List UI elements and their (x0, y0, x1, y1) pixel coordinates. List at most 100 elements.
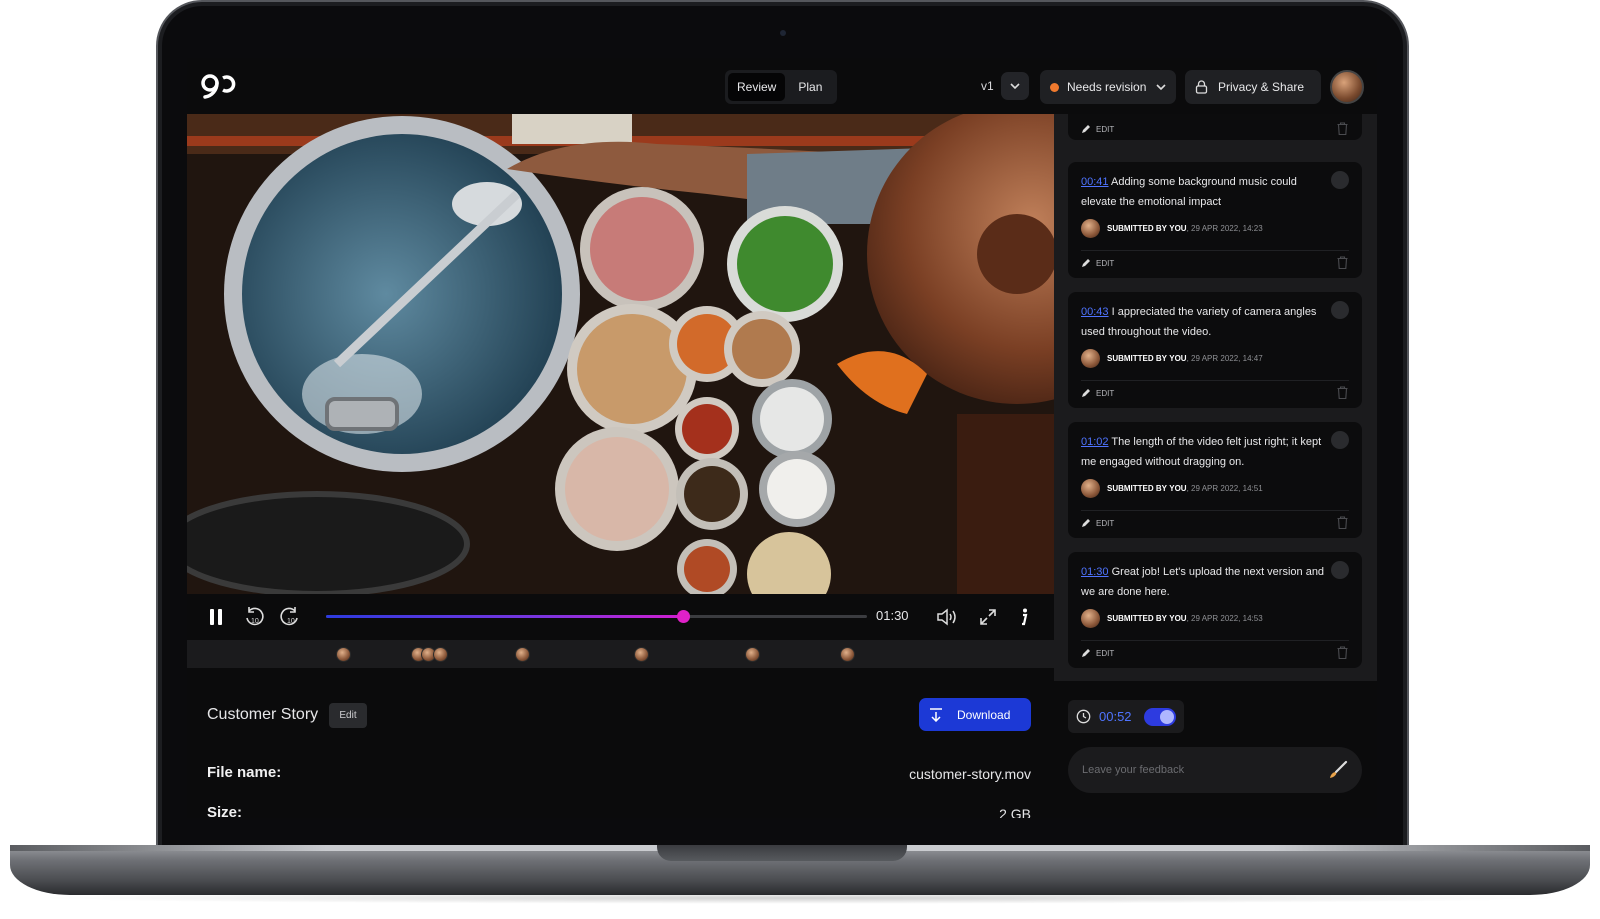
comment-text: 00:41 Adding some background music could… (1081, 172, 1326, 212)
trash-icon[interactable] (1337, 386, 1348, 399)
size-label: Size: (207, 804, 243, 818)
comment-edit-label: EDIT (1096, 648, 1115, 658)
status-dot (1050, 82, 1059, 92)
comments-panel[interactable]: EDIT 00:41 Adding some background music … (1054, 114, 1377, 681)
brush-icon[interactable] (1328, 760, 1348, 780)
comment-text: 01:02 The length of the video felt just … (1081, 432, 1326, 472)
forward-icon: 10 (280, 607, 298, 626)
pencil-icon (1082, 125, 1090, 133)
timeline-marker[interactable] (840, 647, 855, 662)
divider (1081, 250, 1349, 251)
timeline-marker[interactable] (515, 647, 530, 662)
comment-meta: SUBMITTED BY YOU, 29 APR 2022, 14:51 (1081, 479, 1263, 498)
comment-card: 01:02 The length of the video felt just … (1068, 422, 1362, 538)
user-avatar[interactable] (1330, 70, 1364, 104)
info-icon (1022, 608, 1028, 626)
comment-timestamp-link[interactable]: 00:41 (1081, 176, 1109, 188)
timeline-marker[interactable] (745, 647, 760, 662)
comment-body: Adding some background music could eleva… (1081, 176, 1297, 208)
comment-meta: SUBMITTED BY YOU, 29 APR 2022, 14:23 (1081, 219, 1263, 238)
comment-edit-label: EDIT (1096, 258, 1115, 268)
comment-author: YOU (1169, 354, 1187, 363)
comment-edit-button[interactable]: EDIT (1081, 518, 1114, 528)
comment-author: YOU (1169, 484, 1187, 493)
resolve-checkbox[interactable] (1331, 171, 1349, 189)
comment-timestamp-link[interactable]: 01:30 (1081, 566, 1109, 578)
file-name-value: customer-story.mov (909, 766, 1031, 782)
comment-body: The length of the video felt just right;… (1081, 436, 1322, 468)
comment-edit-label: EDIT (1096, 388, 1115, 398)
current-time: 01:30 (876, 608, 909, 623)
pencil-icon (1082, 519, 1090, 527)
comment-markers (187, 640, 1054, 668)
fullscreen-button[interactable] (978, 607, 998, 627)
progress-fill (326, 615, 684, 618)
comment-edit-label: EDIT (1096, 518, 1115, 528)
comment-text: 01:30 Great job! Let's upload the next v… (1081, 562, 1326, 602)
divider (1081, 510, 1349, 511)
asset-title: Customer Story (207, 706, 319, 723)
comment-text: 00:43 I appreciated the variety of camer… (1081, 302, 1326, 342)
asset-info: Customer Story Edit Download File name: … (187, 668, 1054, 818)
info-button[interactable] (1017, 606, 1031, 628)
comment-body: I appreciated the variety of camera angl… (1081, 306, 1317, 338)
comment-date: 29 APR 2022, 14:51 (1191, 484, 1263, 493)
comment-date: 29 APR 2022, 14:47 (1191, 354, 1263, 363)
laptop-notch (657, 845, 907, 861)
progress-handle[interactable] (677, 610, 691, 623)
progress-bar[interactable] (326, 610, 867, 623)
trash-icon[interactable] (1337, 122, 1348, 135)
comment-edit-button[interactable]: EDIT (1081, 388, 1114, 398)
forward-10-button[interactable]: 10 (279, 606, 301, 628)
pause-icon (210, 609, 222, 625)
timestamp-value: 00:52 (1099, 709, 1132, 724)
top-bar: Review Plan v1 Needs revision Privacy & … (187, 58, 1377, 114)
rewind-10-button[interactable]: 10 (243, 606, 265, 628)
comment-edit-label: EDIT (1096, 124, 1115, 134)
tab-review[interactable]: Review (728, 73, 786, 101)
trash-icon[interactable] (1337, 256, 1348, 269)
pencil-icon (1082, 389, 1090, 397)
status-label: Needs revision (1067, 80, 1147, 94)
resolve-checkbox[interactable] (1331, 301, 1349, 319)
expand-icon (980, 609, 996, 625)
comment-author: YOU (1169, 614, 1187, 623)
resolve-checkbox[interactable] (1331, 561, 1349, 579)
tab-plan[interactable]: Plan (789, 73, 831, 101)
comment-edit-button[interactable]: EDIT (1081, 258, 1114, 268)
download-button[interactable]: Download (919, 698, 1031, 731)
feedback-placeholder: Leave your feedback (1082, 764, 1185, 776)
trash-icon[interactable] (1337, 646, 1348, 659)
comment-author: YOU (1169, 224, 1187, 233)
video-frame[interactable] (187, 114, 1054, 594)
app-screen: Review Plan v1 Needs revision Privacy & … (187, 58, 1377, 818)
timestamp-switch[interactable] (1143, 707, 1176, 726)
volume-button[interactable] (936, 607, 958, 627)
comment-edit-button[interactable]: EDIT (1081, 124, 1114, 134)
submitted-by-label: SUBMITTED BY (1107, 484, 1167, 493)
rewind-icon: 10 (246, 607, 264, 626)
comment-timestamp-link[interactable]: 01:02 (1081, 436, 1109, 448)
timestamp-toggle[interactable]: 00:52 (1068, 700, 1184, 733)
comment-edit-button[interactable]: EDIT (1081, 648, 1114, 658)
privacy-share-button[interactable]: Privacy & Share (1185, 70, 1321, 104)
comment-timestamp-link[interactable]: 00:43 (1081, 306, 1109, 318)
comment-body: Great job! Let's upload the next version… (1081, 566, 1325, 598)
status-dropdown[interactable]: Needs revision (1040, 70, 1176, 104)
timeline-marker[interactable] (433, 647, 448, 662)
resolve-checkbox[interactable] (1331, 431, 1349, 449)
divider (1081, 380, 1349, 381)
rewind-seconds: 10 (251, 618, 259, 625)
pause-button[interactable] (207, 608, 225, 626)
volume-icon (937, 608, 956, 626)
edit-title-button[interactable]: Edit (329, 703, 367, 728)
feedback-input[interactable]: Leave your feedback (1068, 747, 1362, 793)
version-dropdown[interactable] (1001, 72, 1029, 100)
comment-card: 01:30 Great job! Let's upload the next v… (1068, 552, 1362, 668)
timeline-marker[interactable] (634, 647, 649, 662)
avatar (1081, 479, 1100, 498)
timeline-marker[interactable] (336, 647, 351, 662)
chevron-down-icon (1010, 82, 1020, 89)
trash-icon[interactable] (1337, 516, 1348, 529)
clock-icon (1076, 709, 1091, 724)
